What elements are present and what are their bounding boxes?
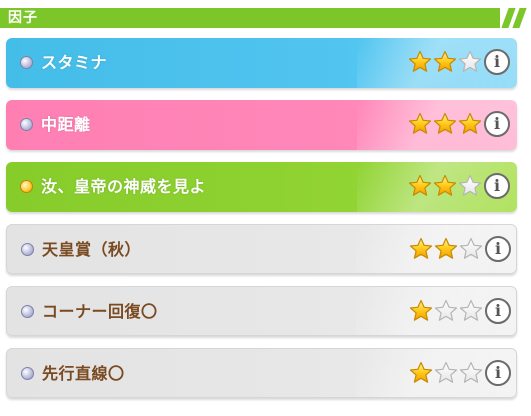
star-filled-icon (433, 112, 457, 138)
factor-label: 中距離 (41, 115, 91, 134)
silver-orb-icon (21, 305, 34, 318)
star-empty-icon (459, 299, 483, 325)
info-button[interactable]: i (484, 173, 510, 199)
gold-orb-icon (20, 180, 33, 193)
factor-label: コーナー回復〇 (42, 302, 158, 321)
section-header: 因子 (0, 8, 500, 28)
factor-card[interactable]: 先行直線〇 i (6, 348, 517, 398)
factor-panel: 因子 スタミナ i 中距離 i 汝、皇帝の神威を見よ i 天皇賞（秋） i コーナー回復〇 i 先行… (0, 0, 531, 416)
star-filled-icon (408, 50, 432, 76)
info-button[interactable]: i (484, 49, 510, 75)
info-button[interactable]: i (485, 236, 511, 262)
star-empty-icon (434, 299, 458, 325)
info-button[interactable]: i (485, 298, 511, 324)
silver-orb-icon (21, 367, 34, 380)
factor-card[interactable]: 天皇賞（秋） i (6, 224, 517, 274)
star-filled-icon (458, 112, 482, 138)
star-filled-icon (433, 174, 457, 200)
star-empty-icon (458, 50, 482, 76)
info-button[interactable]: i (485, 360, 511, 386)
star-filled-icon (409, 299, 433, 325)
star-rating (409, 237, 483, 263)
star-rating (408, 112, 482, 138)
section-title: 因子 (8, 10, 38, 26)
star-empty-icon (458, 174, 482, 200)
factor-label: スタミナ (41, 53, 108, 72)
star-rating (408, 50, 482, 76)
star-filled-icon (408, 112, 432, 138)
star-empty-icon (434, 361, 458, 387)
star-empty-icon (459, 237, 483, 263)
star-filled-icon (433, 50, 457, 76)
star-rating (408, 174, 482, 200)
factor-card[interactable]: 汝、皇帝の神威を見よ i (6, 162, 517, 212)
silver-orb-icon (20, 56, 33, 69)
silver-orb-icon (21, 243, 34, 256)
factor-list: スタミナ i 中距離 i 汝、皇帝の神威を見よ i 天皇賞（秋） i コーナー回復〇 i 先行直線〇… (6, 38, 517, 410)
factor-label: 先行直線〇 (42, 364, 125, 383)
factor-label: 天皇賞（秋） (42, 240, 142, 259)
factor-card[interactable]: スタミナ i (6, 38, 517, 88)
star-filled-icon (434, 237, 458, 263)
star-filled-icon (409, 361, 433, 387)
star-filled-icon (408, 174, 432, 200)
factor-label: 汝、皇帝の神威を見よ (41, 177, 207, 196)
star-rating (409, 361, 483, 387)
silver-orb-icon (20, 118, 33, 131)
info-button[interactable]: i (484, 111, 510, 137)
star-rating (409, 299, 483, 325)
factor-card[interactable]: コーナー回復〇 i (6, 286, 517, 336)
star-empty-icon (459, 361, 483, 387)
factor-card[interactable]: 中距離 i (6, 100, 517, 150)
star-filled-icon (409, 237, 433, 263)
